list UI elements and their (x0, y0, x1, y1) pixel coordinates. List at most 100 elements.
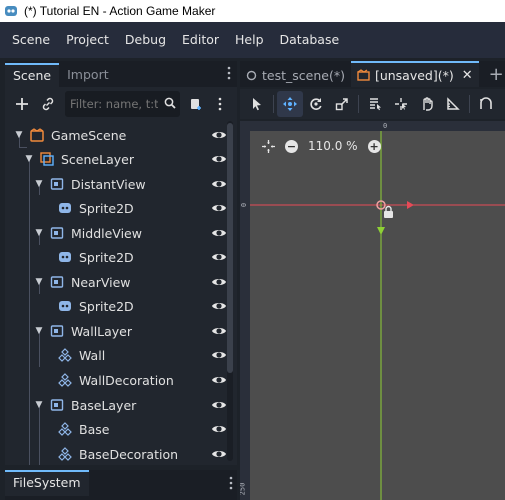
visibility-eye-icon[interactable] (211, 347, 227, 363)
instance-script-icon[interactable] (185, 93, 207, 115)
menu-editor[interactable]: Editor (174, 22, 227, 58)
tree-item-label: Sprite2D (79, 200, 134, 216)
snap-options-icon[interactable] (473, 91, 499, 117)
tilemap-icon (57, 446, 73, 462)
visibility-eye-icon[interactable] (211, 397, 227, 413)
view-icon (49, 323, 65, 339)
move-mode-icon[interactable] (277, 91, 303, 117)
collapse-arrow-icon[interactable]: ▼ (33, 276, 45, 288)
rotate-mode-icon[interactable] (303, 91, 329, 117)
view-icon (49, 397, 65, 413)
tree-row[interactable]: BaseDecoration (5, 442, 227, 465)
y-axis-arrow-icon (377, 227, 385, 235)
tree-item-label: GameScene (51, 127, 127, 143)
editor-area: test_scene(*) [unsaved](*) ✕ + 0 0 250 −… (240, 61, 505, 500)
scene-circle-icon (246, 70, 257, 81)
visibility-eye-icon[interactable] (211, 323, 227, 339)
tree-row[interactable]: WallDecoration (5, 368, 227, 392)
menu-scene[interactable]: Scene (4, 22, 58, 58)
menu-help[interactable]: Help (227, 22, 272, 58)
link-icon[interactable] (37, 93, 59, 115)
visibility-eye-icon[interactable] (211, 298, 227, 314)
scale-mode-icon[interactable] (329, 91, 355, 117)
collapse-arrow-icon[interactable]: ▼ (33, 399, 45, 411)
tree-row[interactable]: Sprite2D (5, 245, 227, 269)
tab-unsaved[interactable]: [unsaved](*) ✕ (350, 61, 479, 87)
tree-item-label: BaseLayer (71, 397, 137, 413)
visibility-eye-icon[interactable] (211, 176, 227, 192)
visibility-eye-icon[interactable] (211, 274, 227, 290)
visibility-eye-icon[interactable] (211, 446, 227, 462)
zoom-out-button[interactable]: − (285, 139, 298, 153)
tree-scrollbar[interactable] (227, 121, 233, 461)
search-icon (164, 97, 176, 112)
scene-tree[interactable]: ▼ GameScene ▼ SceneLayer ▼ DistantView S… (5, 121, 227, 465)
tree-row[interactable]: Sprite2D (5, 196, 227, 220)
tree-item-label: SceneLayer (61, 151, 134, 167)
tab-import[interactable]: Import (59, 63, 117, 87)
dock-menu-icon[interactable] (229, 476, 233, 493)
tree-row[interactable]: ▼ NearView (5, 270, 227, 294)
tree-row[interactable]: ▼ GameScene (5, 123, 227, 147)
tab-filesystem[interactable]: FileSystem (5, 470, 89, 496)
tree-item-label: MiddleView (71, 225, 142, 241)
view-icon (49, 274, 65, 290)
select-mode-icon[interactable] (244, 91, 270, 117)
collapse-arrow-icon[interactable]: ▼ (13, 129, 25, 141)
visibility-eye-icon[interactable] (211, 151, 227, 167)
tree-row[interactable]: ▼ DistantView (5, 172, 227, 196)
tree-item-label: DistantView (71, 176, 146, 192)
zoom-level[interactable]: 110.0 % (308, 139, 358, 153)
menu-bar: Scene Project Debug Editor Help Database (0, 22, 505, 58)
tree-row[interactable]: Wall (5, 343, 227, 367)
tilemap-icon (57, 347, 73, 363)
zoom-in-button[interactable]: + (367, 139, 381, 153)
add-tab-icon[interactable]: + (489, 63, 504, 87)
visibility-eye-icon[interactable] (211, 372, 227, 388)
pivot-icon[interactable] (388, 91, 414, 117)
tree-row[interactable]: ▼ SceneLayer (5, 147, 227, 171)
zoom-controls: − 110.0 % + (262, 139, 381, 153)
tree-row[interactable]: Base (5, 417, 227, 441)
visibility-eye-icon[interactable] (211, 249, 227, 265)
dock-menu-icon[interactable] (227, 66, 235, 84)
scene-toolbar (5, 89, 237, 119)
tree-item-label: Base (79, 421, 110, 437)
more-options-icon[interactable] (209, 93, 231, 115)
tab-test-scene[interactable]: test_scene(*) (240, 63, 351, 87)
canvas-viewport[interactable]: 0 0 250 − 110.0 % + (240, 121, 505, 500)
toolbar-separator (273, 95, 274, 113)
center-view-icon[interactable] (262, 139, 275, 153)
tree-row[interactable]: ▼ WallLayer (5, 319, 227, 343)
tree-scrollbar-thumb[interactable] (227, 123, 233, 373)
menu-project[interactable]: Project (58, 22, 117, 58)
add-node-icon[interactable] (11, 93, 33, 115)
ruler-icon[interactable] (440, 91, 466, 117)
tree-row[interactable]: ▼ BaseLayer (5, 393, 227, 417)
visibility-eye-icon[interactable] (211, 127, 227, 143)
pan-hand-icon[interactable] (414, 91, 440, 117)
collapse-arrow-icon[interactable]: ▼ (33, 325, 45, 337)
scene-icon (29, 127, 45, 143)
close-tab-icon[interactable]: ✕ (462, 68, 473, 83)
tree-item-label: Sprite2D (79, 298, 134, 314)
list-select-icon[interactable] (362, 91, 388, 117)
visibility-eye-icon[interactable] (211, 421, 227, 437)
visibility-eye-icon[interactable] (211, 200, 227, 216)
tab-scene[interactable]: Scene (5, 63, 60, 87)
filter-input[interactable] (70, 97, 158, 111)
tree-row[interactable]: Sprite2D (5, 294, 227, 318)
menu-database[interactable]: Database (272, 22, 348, 58)
collapse-arrow-icon[interactable]: ▼ (23, 153, 35, 165)
visibility-eye-icon[interactable] (211, 225, 227, 241)
collapse-arrow-icon[interactable]: ▼ (33, 227, 45, 239)
scene-dock-tabs: Scene Import (5, 61, 237, 87)
sprite-icon (57, 298, 73, 314)
collapse-arrow-icon[interactable]: ▼ (33, 178, 45, 190)
filter-field[interactable] (65, 91, 180, 117)
tree-row[interactable]: ▼ MiddleView (5, 221, 227, 245)
menu-debug[interactable]: Debug (117, 22, 174, 58)
tree-item-label: NearView (71, 274, 131, 290)
sprite-icon (57, 200, 73, 216)
lock-icon (384, 205, 393, 218)
